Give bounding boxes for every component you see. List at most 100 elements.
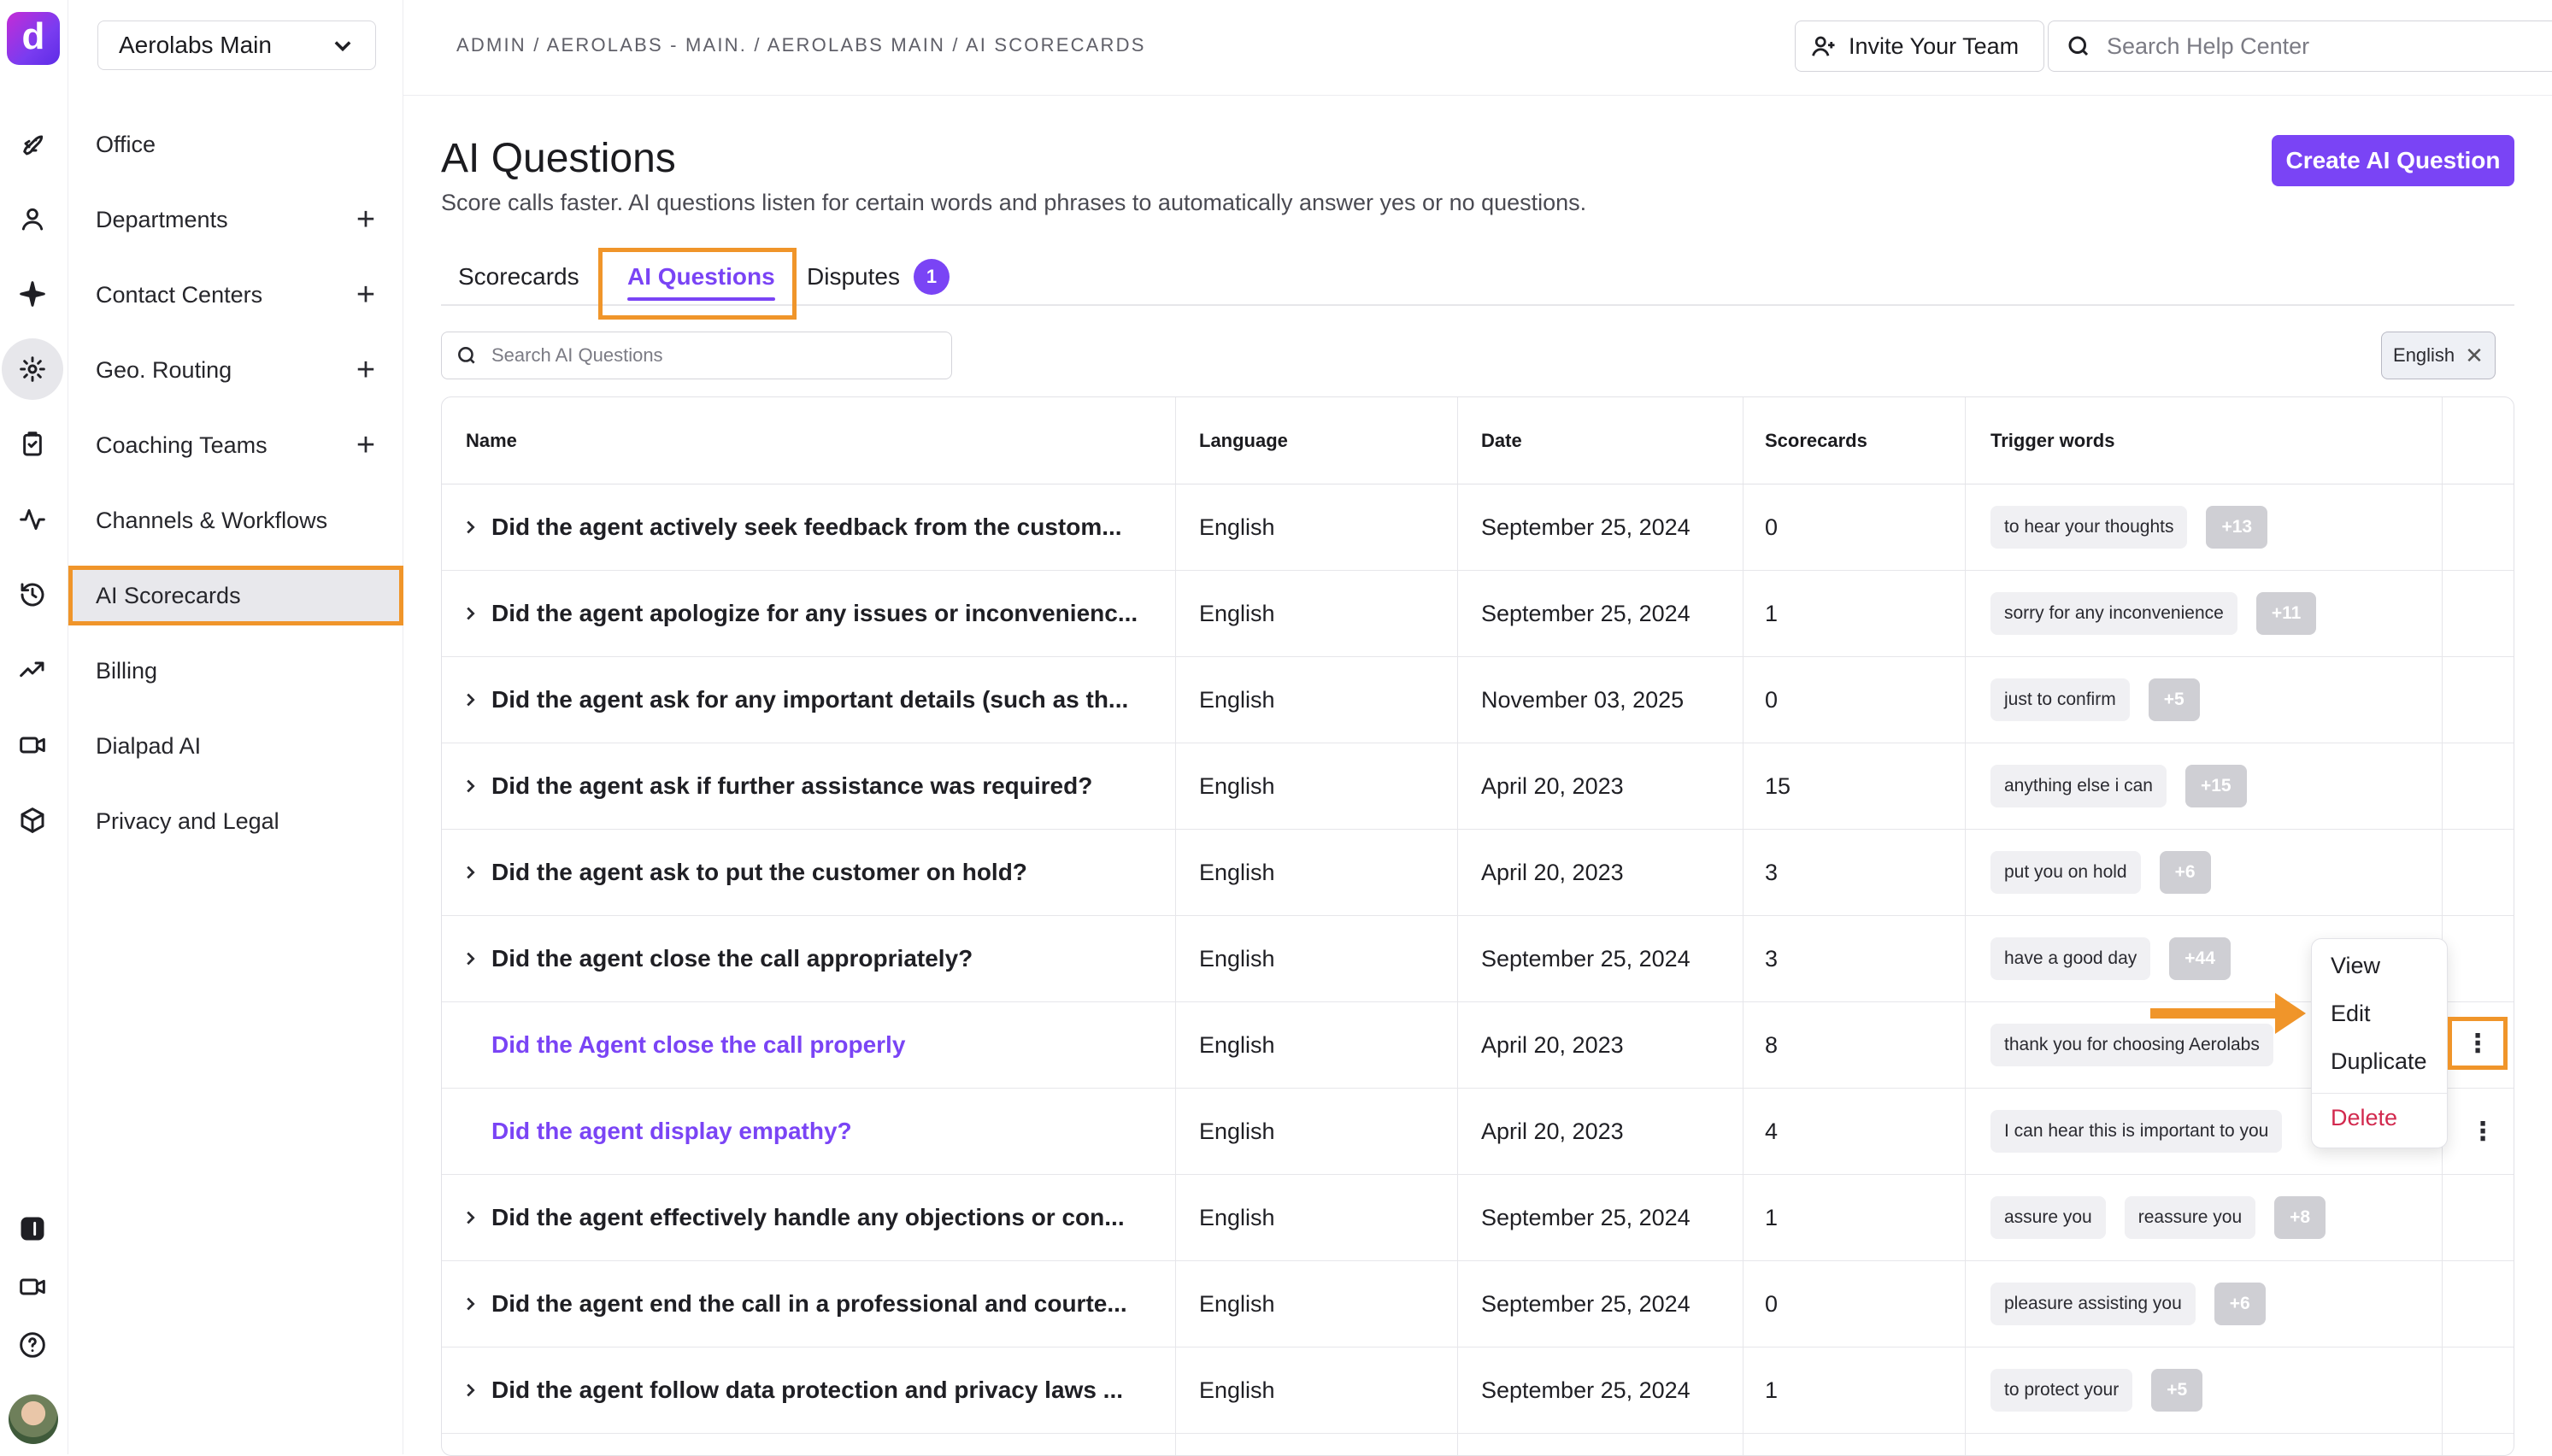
row-actions-button[interactable]: ⋮: [2464, 1089, 2502, 1174]
table-row[interactable]: Did the agent effectively handle any obj…: [442, 1175, 2514, 1261]
history-icon[interactable]: [14, 576, 51, 614]
menu-item-delete[interactable]: Delete: [2331, 1105, 2397, 1131]
chevron-right-icon[interactable]: [461, 830, 479, 915]
sidebar-item-contact-centers[interactable]: Contact Centers +: [68, 265, 403, 325]
menu-item-edit[interactable]: Edit: [2331, 1001, 2371, 1027]
dialpad-logo[interactable]: d: [7, 12, 60, 65]
settings-icon[interactable]: [2, 338, 63, 400]
breadcrumb[interactable]: ADMIN / AEROLABS - MAIN. / AEROLABS MAIN…: [456, 34, 1146, 56]
sidebar-item-coaching-teams[interactable]: Coaching Teams +: [68, 415, 403, 475]
sidebar-item-ai-scorecards[interactable]: AI Scorecards: [68, 566, 403, 625]
language-filter-chip[interactable]: English ✕: [2381, 332, 2496, 379]
invite-team-button[interactable]: Invite Your Team: [1795, 21, 2044, 72]
chevron-right-icon[interactable]: [461, 484, 479, 570]
column-header-name[interactable]: Name: [466, 397, 517, 484]
sidebar-item-departments[interactable]: Departments +: [68, 190, 403, 250]
chevron-right-icon[interactable]: [461, 571, 479, 656]
more-triggers-badge[interactable]: +6: [2214, 1283, 2266, 1325]
column-header-trigger-words[interactable]: Trigger words: [1990, 397, 2114, 484]
sidebar-item-privacy-legal[interactable]: Privacy and Legal: [68, 791, 403, 851]
sidebar-item-geo-routing[interactable]: Geo. Routing +: [68, 340, 403, 400]
workspace-selector[interactable]: Aerolabs Main: [97, 21, 376, 70]
more-triggers-badge[interactable]: +11: [2255, 592, 2317, 635]
question-name[interactable]: Did the agent ask if further assistance …: [491, 743, 1092, 829]
help-search-input[interactable]: Search Help Center: [2048, 21, 2552, 72]
question-name[interactable]: Did the agent effectively handle any obj…: [491, 1175, 1125, 1260]
user-icon[interactable]: [14, 200, 51, 238]
sparkle-icon[interactable]: [14, 275, 51, 313]
search-ai-questions-input[interactable]: Search AI Questions: [441, 332, 952, 379]
add-department-icon[interactable]: +: [349, 203, 383, 236]
sidebar-item-dialpad-ai[interactable]: Dialpad AI: [68, 716, 403, 776]
menu-item-duplicate[interactable]: Duplicate: [2331, 1048, 2427, 1075]
add-coaching-team-icon[interactable]: +: [349, 429, 383, 461]
date-cell: September 25, 2024: [1481, 600, 1691, 626]
table-row[interactable]: Did the agent apologize for any issues o…: [442, 571, 2514, 657]
question-name[interactable]: Did the agent ask to put the customer on…: [491, 830, 1027, 915]
close-icon[interactable]: ✕: [2465, 343, 2484, 369]
more-triggers-badge[interactable]: +6: [2159, 851, 2211, 894]
table-row[interactable]: Did the agent ask to put the customer on…: [442, 830, 2514, 916]
trigger-word-chip: to hear your thoughts: [1990, 506, 2188, 549]
chevron-right-icon[interactable]: [461, 916, 479, 1001]
language-cell: English: [1199, 600, 1275, 626]
menu-item-view[interactable]: View: [2331, 953, 2380, 979]
table-row[interactable]: Did the agent actively seek feedback fro…: [442, 484, 2514, 571]
table-row[interactable]: Did the agent end the call in a professi…: [442, 1261, 2514, 1347]
column-header-date[interactable]: Date: [1481, 397, 1522, 484]
rocket-icon[interactable]: [14, 125, 51, 162]
sidebar-item-billing[interactable]: Billing: [68, 641, 403, 701]
table-row[interactable]: Did the agent display empathy? English Apr…: [442, 1089, 2514, 1175]
page-subtitle: Score calls faster. AI questions listen …: [441, 190, 1587, 215]
question-name[interactable]: Did the agent apologize for any issues o…: [491, 571, 1138, 656]
language-cell: English: [1199, 1118, 1275, 1144]
table-row[interactable]: Did the agent follow data protection and…: [442, 1347, 2514, 1434]
column-header-scorecards[interactable]: Scorecards: [1765, 397, 1867, 484]
chevron-right-icon[interactable]: [461, 743, 479, 829]
top-bar: ADMIN / AEROLABS - MAIN. / AEROLABS MAIN…: [403, 0, 2552, 96]
trending-icon[interactable]: [14, 651, 51, 689]
more-triggers-badge[interactable]: +5: [2151, 1369, 2203, 1412]
chevron-right-icon[interactable]: [461, 657, 479, 743]
question-name[interactable]: Did the agent end the call in a professi…: [491, 1261, 1127, 1347]
avatar[interactable]: [9, 1394, 58, 1444]
more-triggers-badge[interactable]: +15: [2184, 765, 2247, 807]
sidebar-item-office[interactable]: Office: [68, 114, 403, 174]
dialpad-app-icon[interactable]: [14, 1210, 51, 1248]
create-ai-question-button[interactable]: Create AI Question: [2272, 135, 2514, 186]
sidebar-item-channels-workflows[interactable]: Channels & Workflows: [68, 490, 403, 550]
tab-disputes[interactable]: Disputes 1: [807, 248, 950, 306]
question-name[interactable]: Did the agent close the call appropriate…: [491, 916, 973, 1001]
add-geo-routing-icon[interactable]: +: [349, 354, 383, 386]
scorecard-icon[interactable]: [14, 426, 51, 463]
trigger-word-chip: assure you: [1990, 1196, 2106, 1239]
more-triggers-badge[interactable]: +44: [2169, 937, 2231, 980]
help-icon[interactable]: [14, 1326, 51, 1364]
activity-icon[interactable]: [14, 501, 51, 538]
row-actions-button-active[interactable]: ⋮: [2448, 1017, 2508, 1070]
question-name[interactable]: Did the Agent close the call properly: [491, 1002, 905, 1088]
table-row[interactable]: Did the agent close the call appropriate…: [442, 916, 2514, 1002]
table-row[interactable]: Did the agent ask for any important deta…: [442, 657, 2514, 743]
settings-sidebar: Aerolabs Main Office Departments + Conta…: [68, 0, 403, 1454]
question-name[interactable]: Did the agent ask for any important deta…: [491, 657, 1128, 743]
question-name[interactable]: Did the agent actively seek feedback fro…: [491, 484, 1122, 570]
trigger-word-chip: anything else i can: [1990, 765, 2167, 807]
package-icon[interactable]: [14, 801, 51, 839]
more-triggers-badge[interactable]: +5: [2148, 678, 2200, 721]
chevron-right-icon[interactable]: [461, 1261, 479, 1347]
chevron-right-icon[interactable]: [461, 1175, 479, 1260]
more-triggers-badge[interactable]: +8: [2274, 1196, 2326, 1239]
video-icon[interactable]: [14, 1268, 51, 1306]
question-name[interactable]: Did the agent follow data protection and…: [491, 1347, 1123, 1433]
chevron-right-icon[interactable]: [461, 1347, 479, 1433]
question-name[interactable]: Did the agent display empathy?: [491, 1089, 852, 1174]
table-row[interactable]: Did the agent ask if further assistance …: [442, 743, 2514, 830]
column-header-language[interactable]: Language: [1199, 397, 1288, 484]
video-ai-icon[interactable]: [14, 726, 51, 764]
trigger-words: to hear your thoughts +13: [1990, 484, 2268, 570]
more-triggers-badge[interactable]: +13: [2206, 506, 2268, 549]
language-cell: English: [1199, 859, 1275, 885]
tab-scorecards[interactable]: Scorecards: [458, 248, 579, 306]
add-contact-center-icon[interactable]: +: [349, 279, 383, 311]
